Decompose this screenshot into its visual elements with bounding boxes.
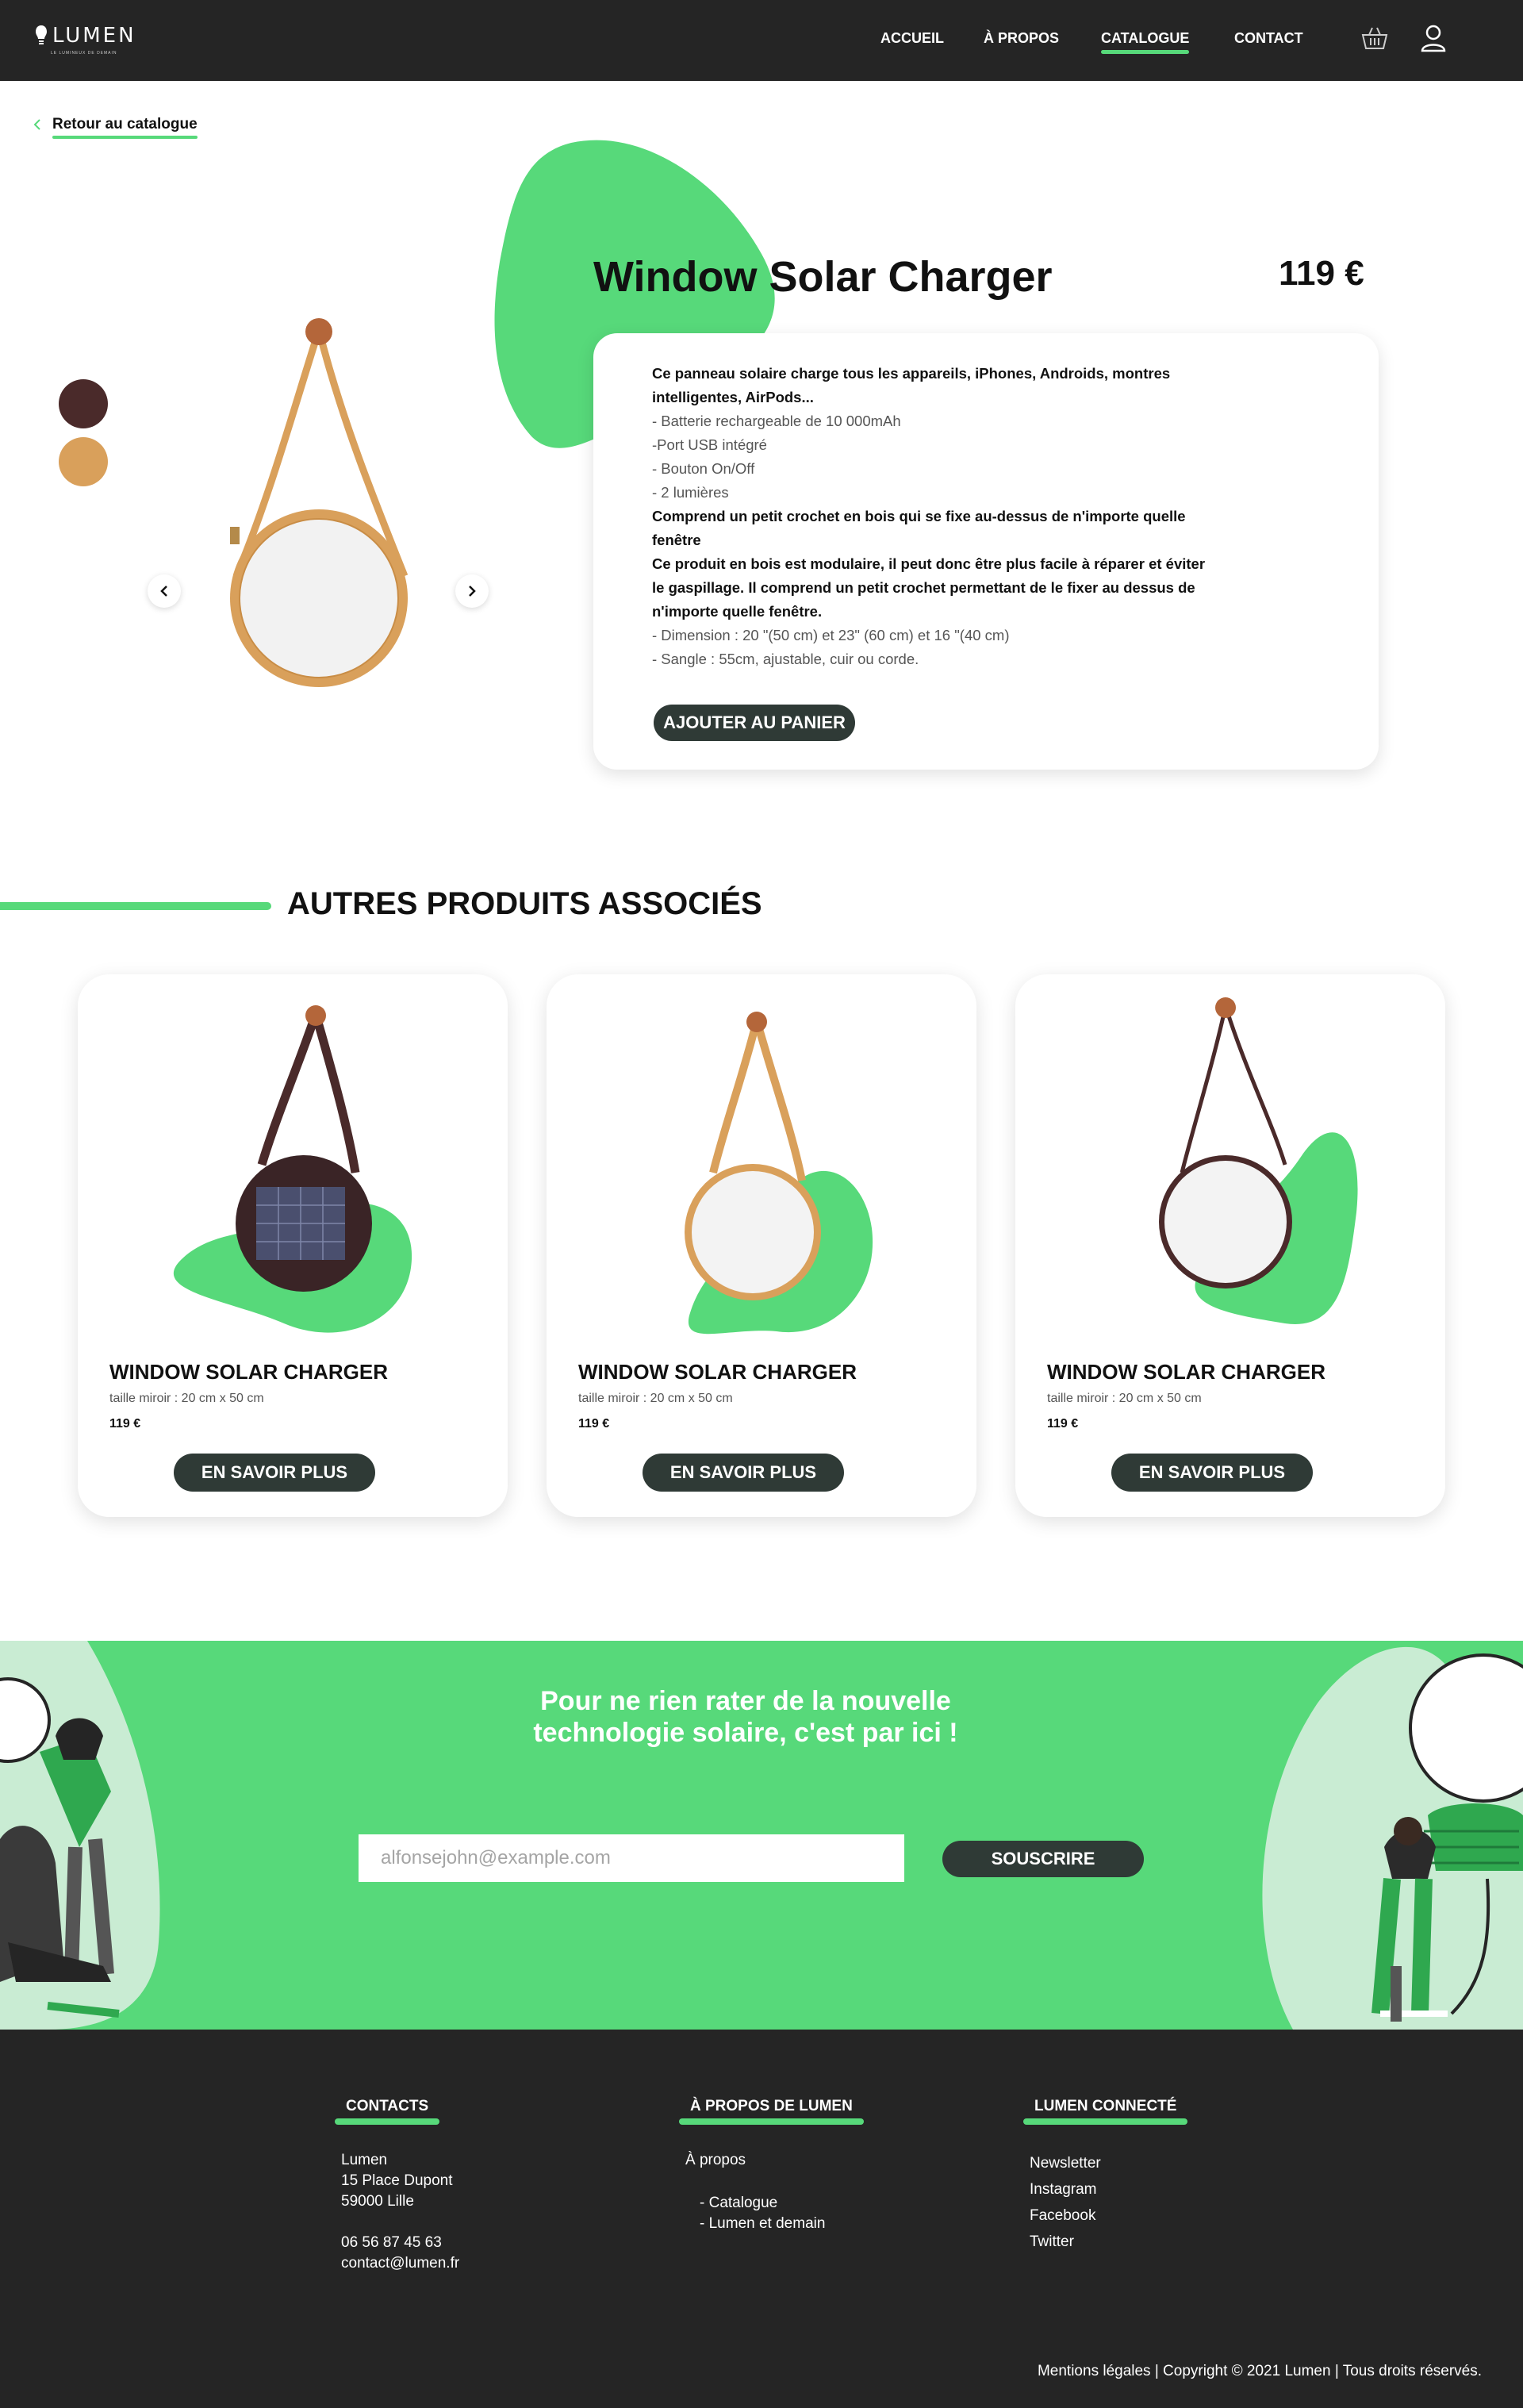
section-accent-bar [0,902,271,910]
chevron-right-icon [469,586,476,597]
product-card[interactable]: WINDOW SOLAR CHARGER taille miroir : 20 … [1015,974,1445,1517]
add-to-cart-button[interactable]: AJOUTER AU PANIER [654,705,855,741]
bulb-logo-icon [36,25,47,44]
subscribe-button[interactable]: SOUSCRIRE [942,1841,1144,1877]
carousel-next-button[interactable] [455,574,489,608]
newsletter-title-line: Pour ne rien rater de la nouvelle [540,1686,951,1716]
desc-line: -Port USB intégré [652,436,767,453]
product-card-price: 119 € [1047,1417,1079,1431]
footer-contacts-heading: CONTACTS [334,2098,440,2125]
product-card[interactable]: WINDOW SOLAR CHARGER taille miroir : 20 … [547,974,976,1517]
footer-about-link[interactable]: À propos [685,2150,857,2171]
basket-icon[interactable] [1361,25,1388,51]
product-card-size: taille miroir : 20 cm x 50 cm [1047,1392,1202,1405]
product-card-name: WINDOW SOLAR CHARGER [1047,1360,1325,1384]
desc-line: n'importe quelle fenêtre. [652,603,823,620]
footer-twitter-link[interactable]: Twitter [1030,2229,1181,2255]
back-link[interactable]: Retour au catalogue [33,116,198,139]
footer-about: À PROPOS DE LUMEN À propos - Catalogue -… [679,2098,864,2234]
footer-contact-line: 59000 Lille [341,2193,414,2210]
product-card-image [173,1005,412,1333]
footer-phone[interactable]: 06 56 87 45 63 [341,2233,459,2253]
color-swatch-tan[interactable] [59,437,108,486]
product-card-image [685,1012,873,1335]
footer-about-heading: À PROPOS DE LUMEN [679,2098,864,2125]
footer-lumen-demain-link[interactable]: - Lumen et demain [685,2214,857,2234]
footer-facebook-link[interactable]: Facebook [1030,2203,1181,2229]
footer-connected: LUMEN CONNECTÉ Newsletter Instagram Face… [1022,2098,1188,2255]
chevron-left-icon [33,119,40,130]
chevron-left-icon [160,586,167,597]
nav-contact[interactable]: CONTACT [1234,30,1303,47]
nav-catalogue[interactable]: CATALOGUE [1101,30,1190,54]
carousel-prev-button[interactable] [148,574,181,608]
desc-line: - 2 lumières [652,484,729,501]
product-card[interactable]: WINDOW SOLAR CHARGER taille miroir : 20 … [78,974,508,1517]
newsletter-section: Pour ne rien rater de la nouvelle techno… [0,1641,1523,2030]
product-card-price: 119 € [578,1417,610,1431]
footer-newsletter-link[interactable]: Newsletter [1030,2150,1181,2176]
site-header: LUMEN LE LUMINEUX DE DEMAIN ACCUEIL À PR… [0,0,1523,81]
product-price: 119 € [1279,254,1364,293]
product-title: Window Solar Charger [593,253,1053,301]
newsletter-illustration-left [0,1641,160,2030]
product-card-size: taille miroir : 20 cm x 50 cm [578,1392,733,1405]
desc-line: fenêtre [652,532,701,548]
footer-contact-line: 15 Place Dupont [341,2172,453,2189]
nav-a-propos[interactable]: À PROPOS [984,30,1059,47]
desc-line: Ce produit en bois est modulaire, il peu… [652,555,1206,572]
back-link-label: Retour au catalogue [52,116,198,139]
newsletter-title-line: technologie solaire, c'est par ici ! [533,1718,958,1748]
footer-instagram-link[interactable]: Instagram [1030,2176,1181,2203]
product-card-price: 119 € [109,1417,141,1431]
newsletter-title: Pour ne rien rater de la nouvelle techno… [444,1685,1047,1749]
newsletter-illustration-right [1262,1646,1523,2030]
footer-connected-heading: LUMEN CONNECTÉ [1022,2098,1188,2125]
related-products-title: AUTRES PRODUITS ASSOCIÉS [287,886,762,921]
newsletter-email-input[interactable] [359,1834,904,1882]
nav-accueil[interactable]: ACCUEIL [880,30,944,47]
footer-email[interactable]: contact@lumen.fr [341,2253,459,2274]
product-card-name: WINDOW SOLAR CHARGER [109,1360,388,1384]
footer-contact-spacer [341,2212,459,2233]
logo[interactable]: LUMEN LE LUMINEUX DE DEMAIN [35,24,136,56]
learn-more-button[interactable]: EN SAVOIR PLUS [174,1454,375,1492]
learn-more-button[interactable]: EN SAVOIR PLUS [1111,1454,1313,1492]
footer-contacts: CONTACTS Lumen 15 Place Dupont 59000 Lil… [334,2098,459,2274]
product-description: Ce panneau solaire charge tous les appar… [652,362,1379,671]
product-description-card: Ce panneau solaire charge tous les appar… [593,333,1379,770]
footer-catalogue-link[interactable]: - Catalogue [685,2193,857,2214]
desc-line: Ce panneau solaire charge tous les appar… [652,365,1171,382]
product-card-image [1159,997,1358,1324]
desc-line: - Sangle : 55cm, ajustable, cuir ou cord… [652,651,919,667]
learn-more-button[interactable]: EN SAVOIR PLUS [643,1454,844,1492]
site-footer: CONTACTS Lumen 15 Place Dupont 59000 Lil… [0,2030,1523,2408]
product-image [230,318,409,687]
color-swatch-dark-brown[interactable] [59,379,108,428]
desc-line: intelligentes, AirPods... [652,389,814,405]
footer-contact-line: Lumen [341,2152,388,2168]
product-card-name: WINDOW SOLAR CHARGER [578,1360,857,1384]
footer-legal[interactable]: Mentions légales | Copyright © 2021 Lume… [1038,2363,1482,2380]
desc-line: - Dimension : 20 "(50 cm) et 23" (60 cm)… [652,627,1010,643]
desc-line: le gaspillage. Il comprend un petit croc… [652,579,1195,596]
product-card-size: taille miroir : 20 cm x 50 cm [109,1392,264,1405]
desc-line: - Bouton On/Off [652,460,755,477]
desc-line: Comprend un petit crochet en bois qui se… [652,508,1186,524]
logo-text: LUMEN [52,24,136,48]
user-icon[interactable] [1420,24,1447,52]
desc-line: - Batterie rechargeable de 10 000mAh [652,413,901,429]
logo-tagline: LE LUMINEUX DE DEMAIN [51,51,117,56]
